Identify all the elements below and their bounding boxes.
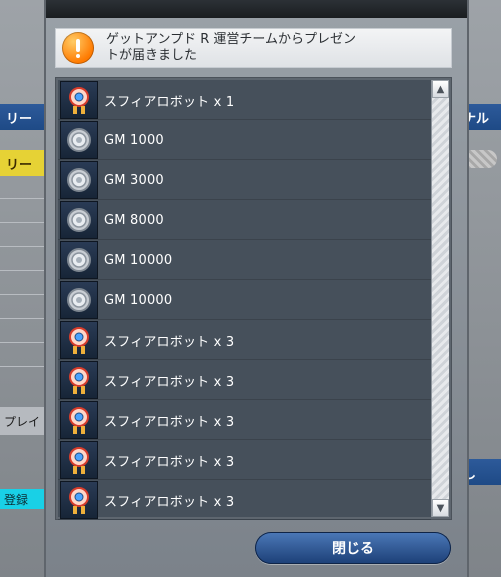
row-divider <box>58 519 431 520</box>
scroll-up-button[interactable]: ▲ <box>432 80 449 98</box>
gift-label: GM 10000 <box>104 292 173 308</box>
background-play-label: プレイ <box>0 407 44 435</box>
gm-coin-icon <box>60 201 98 239</box>
gift-list-item[interactable]: GM 1000 <box>58 120 431 160</box>
background-divider <box>0 270 44 271</box>
gm-coin-icon <box>60 241 98 279</box>
background-divider <box>0 222 44 223</box>
close-button[interactable]: 閉じる <box>255 532 451 564</box>
scrollbar[interactable]: ▲ ▼ <box>431 80 449 517</box>
background-divider <box>0 294 44 295</box>
gift-list-item[interactable]: スフィアロボット x 3 <box>58 480 431 520</box>
gift-label: GM 1000 <box>104 132 164 148</box>
triangle-up-icon: ▲ <box>436 83 445 95</box>
gift-list-frame: スフィアロボット x 1 GM 1000 GM 3000 GM 8000 GM 1000… <box>55 77 452 520</box>
gift-label: スフィアロボット x 3 <box>104 454 235 470</box>
gm-coin-icon <box>60 161 98 199</box>
background-divider <box>0 246 44 247</box>
gift-list-item[interactable]: スフィアロボット x 3 <box>58 360 431 400</box>
background-register-label: 登録 <box>0 489 44 509</box>
background-left-panel: リー リー プレイ 登録 <box>0 0 44 577</box>
gift-label: スフィアロボット x 3 <box>104 414 235 430</box>
triangle-down-icon: ▼ <box>436 502 445 514</box>
gm-coin-icon <box>60 281 98 319</box>
dialog-message-box: ゲットアンプド R 運営チームからプレゼン トが届きました <box>55 28 452 68</box>
sphere-robot-icon <box>60 401 98 439</box>
warning-icon <box>62 32 94 64</box>
gift-list-item[interactable]: GM 10000 <box>58 280 431 320</box>
sphere-robot-icon <box>60 81 98 119</box>
gift-label: スフィアロボット x 3 <box>104 334 235 350</box>
gift-label: スフィアロボット x 3 <box>104 374 235 390</box>
gift-list-item[interactable]: スフィアロボット x 3 <box>58 400 431 440</box>
background-divider <box>0 318 44 319</box>
dialog-message: ゲットアンプド R 運営チームからプレゼン トが届きました <box>106 32 356 63</box>
scroll-down-button[interactable]: ▼ <box>432 499 449 517</box>
gift-label: スフィアロボット x 3 <box>104 494 235 510</box>
gift-label: スフィアロボット x 1 <box>104 94 235 110</box>
gift-list-item[interactable]: スフィアロボット x 1 <box>58 80 431 120</box>
gift-list-item[interactable]: スフィアロボット x 3 <box>58 440 431 480</box>
sphere-robot-icon <box>60 481 98 519</box>
gift-label: GM 3000 <box>104 172 164 188</box>
gift-dialog: ゲットアンプド R 運営チームからプレゼン トが届きました スフィアロボット x… <box>44 0 469 577</box>
gift-list[interactable]: スフィアロボット x 1 GM 1000 GM 3000 GM 8000 GM 1000… <box>58 80 431 520</box>
gift-list-item[interactable]: GM 8000 <box>58 200 431 240</box>
background-divider <box>0 342 44 343</box>
gift-label: GM 10000 <box>104 252 173 268</box>
sphere-robot-icon <box>60 441 98 479</box>
gift-label: GM 8000 <box>104 212 164 228</box>
gift-list-item[interactable]: GM 3000 <box>58 160 431 200</box>
background-divider <box>0 198 44 199</box>
sphere-robot-icon <box>60 361 98 399</box>
dialog-topbar <box>46 0 467 18</box>
background-tab-left: リー <box>0 104 44 130</box>
sphere-robot-icon <box>60 321 98 359</box>
gm-coin-icon <box>60 121 98 159</box>
background-divider <box>0 366 44 367</box>
gift-list-item[interactable]: スフィアロボット x 3 <box>58 320 431 360</box>
background-selected-tab-left: リー <box>0 150 44 176</box>
gift-list-item[interactable]: GM 10000 <box>58 240 431 280</box>
